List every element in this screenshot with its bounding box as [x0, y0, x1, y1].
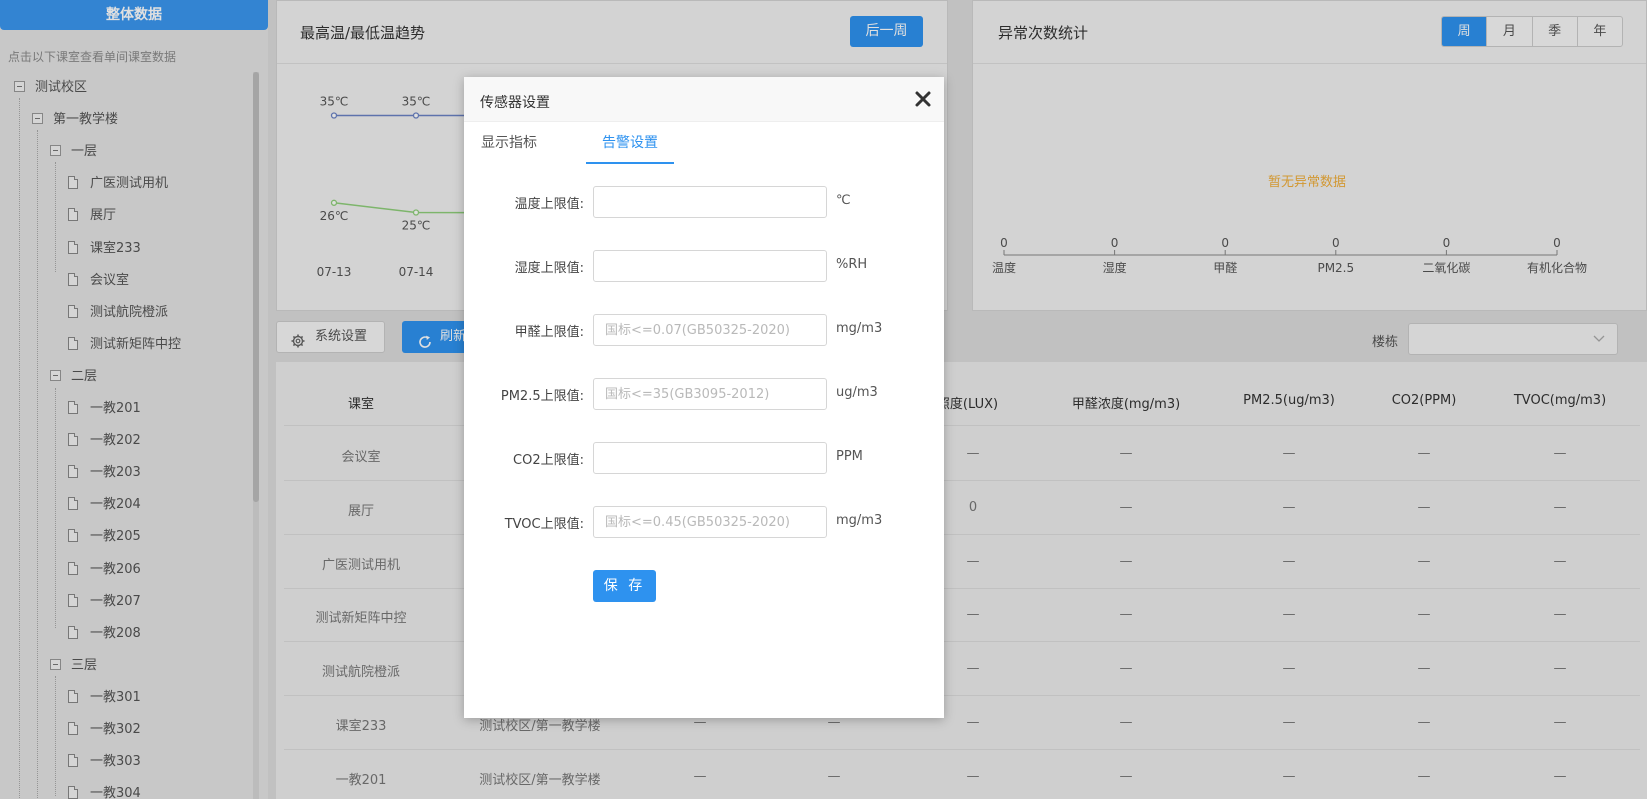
field-label: 湿度上限值:	[514, 261, 584, 276]
threshold-input[interactable]	[593, 250, 827, 282]
threshold-input[interactable]	[593, 442, 827, 474]
tab-display-metrics[interactable]: 显示指标	[481, 122, 537, 164]
field-label: CO2上限值:	[513, 453, 584, 468]
field-unit: ℃	[836, 193, 851, 208]
dialog-title: 传感器设置	[480, 95, 550, 111]
threshold-input[interactable]	[593, 506, 827, 538]
threshold-input[interactable]	[593, 378, 827, 410]
threshold-input[interactable]	[593, 314, 827, 346]
sensor-settings-dialog: 传感器设置 显示指标 告警设置 温度上限值: ℃ 湿度上限值: %RH 甲醛上限值: mg…	[464, 77, 944, 718]
field-label: 甲醛上限值:	[514, 325, 584, 340]
field-label: TVOC上限值:	[504, 517, 584, 532]
field-unit: %RH	[836, 257, 868, 272]
dialog-tabs: 显示指标 告警设置	[464, 122, 944, 164]
threshold-input[interactable]	[593, 186, 827, 218]
tab-alarm-settings[interactable]: 告警设置	[586, 122, 674, 164]
field-unit: mg/m3	[836, 513, 883, 528]
close-icon[interactable]	[913, 88, 933, 110]
save-button[interactable]: 保 存	[593, 570, 656, 602]
field-unit: mg/m3	[836, 321, 883, 336]
field-unit: ug/m3	[836, 385, 878, 400]
field-label: PM2.5上限值:	[500, 389, 584, 404]
field-label: 温度上限值:	[514, 197, 584, 212]
field-unit: PPM	[836, 449, 863, 464]
